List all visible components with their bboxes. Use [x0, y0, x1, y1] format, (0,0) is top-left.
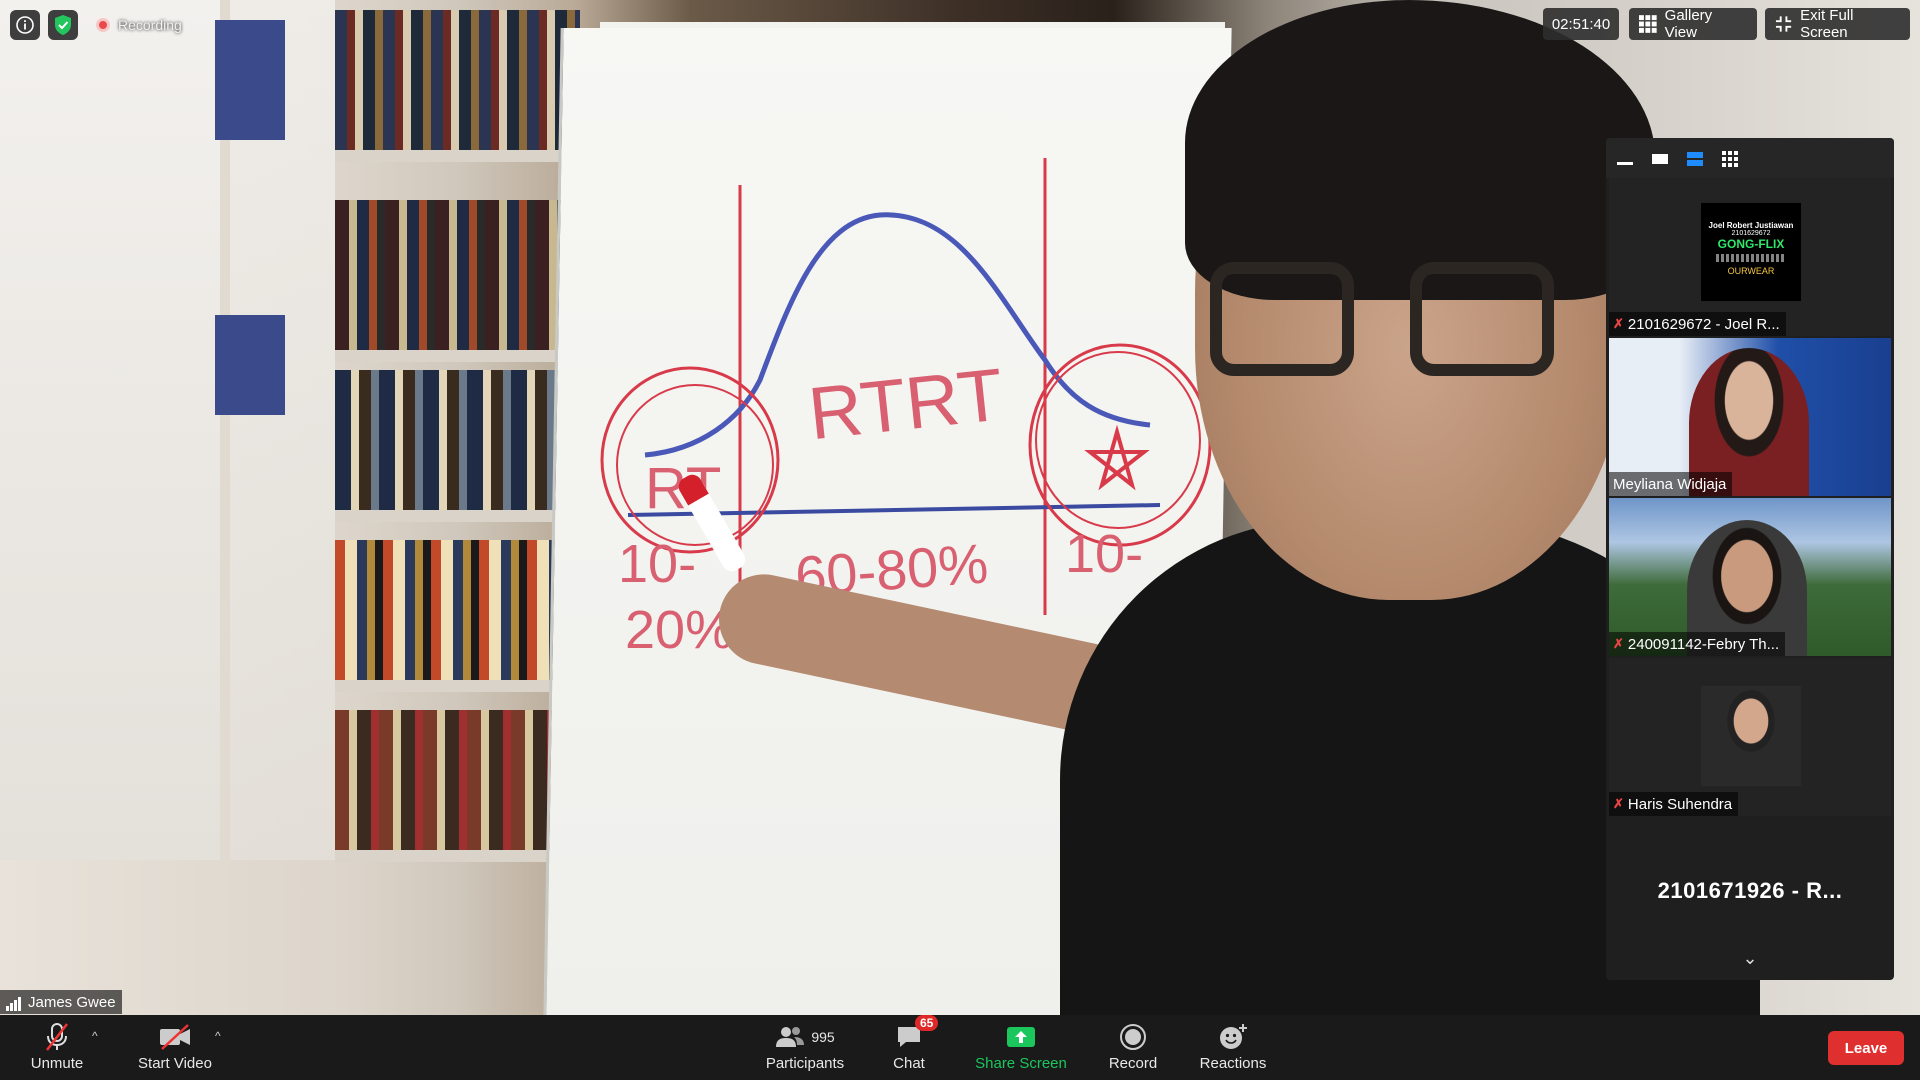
chat-badge: 65 — [915, 1015, 939, 1031]
video-off-icon — [160, 1024, 190, 1050]
start-video-button[interactable]: Start Video — [130, 1021, 220, 1077]
chat-label: Chat — [893, 1055, 925, 1072]
whiteboard-text: 20% — [625, 600, 733, 660]
thumb-text: 2101629672 — [1731, 230, 1771, 237]
thumb-text: GONG-FLIX — [1717, 237, 1785, 251]
scroll-down-button[interactable]: ⌄ — [1738, 948, 1762, 968]
meeting-info-button[interactable] — [10, 10, 40, 40]
overflow-participant-name[interactable]: 2101671926 - R... — [1606, 878, 1894, 904]
whiteboard-text: RTRT — [805, 352, 1007, 455]
thumbnail-view-icon — [1687, 152, 1703, 166]
reactions-icon — [1220, 1024, 1247, 1049]
participants-label: Participants — [765, 1055, 845, 1072]
speaker-name: James Gwee — [28, 993, 116, 1011]
start-video-label: Start Video — [138, 1055, 212, 1072]
exit-fullscreen-icon — [1775, 16, 1792, 32]
minimize-icon — [1617, 161, 1633, 165]
info-icon — [16, 16, 34, 34]
participant-name: Haris Suhendra — [1627, 795, 1733, 813]
thumb-text: OURWEAR — [1727, 266, 1775, 276]
unmute-label: Unmute — [30, 1055, 84, 1072]
timer-label: 02:51:40 — [1551, 15, 1611, 33]
mic-muted-icon: ✗ — [1613, 636, 1624, 651]
speaker-view-button[interactable] — [1651, 150, 1669, 168]
participant-name-tag: ✗ 240091142-Febry Th... — [1609, 632, 1786, 656]
participant-tile[interactable]: ✗ Haris Suhendra — [1609, 658, 1891, 816]
participant-avatar: Joel Robert Justiawan 2101629672 GONG-FL… — [1701, 203, 1801, 301]
reactions-button[interactable]: Reactions — [1194, 1021, 1272, 1077]
thumb-text: Joel Robert Justiawan — [1708, 221, 1794, 230]
whiteboard-text: 10- — [1065, 524, 1143, 584]
active-speaker-label: James Gwee — [0, 990, 122, 1014]
grid-icon — [1639, 15, 1657, 33]
participant-name-tag: ✗ 2101629672 - Joel R... — [1609, 312, 1786, 336]
grid-icon — [1722, 151, 1738, 167]
participant-tile[interactable]: Meyliana Widjaja — [1609, 338, 1891, 496]
thumbnail-view-button[interactable] — [1686, 150, 1704, 168]
mic-muted-icon — [46, 1023, 68, 1051]
reactions-label: Reactions — [1199, 1055, 1267, 1072]
unmute-button[interactable]: Unmute — [22, 1021, 92, 1077]
presenter-glasses — [1210, 262, 1354, 376]
minimize-button[interactable] — [1616, 150, 1634, 168]
video-options-caret[interactable]: ^ — [215, 1029, 221, 1043]
meeting-timer: 02:51:40 — [1543, 8, 1619, 40]
participant-gallery: Joel Robert Justiawan 2101629672 GONG-FL… — [1606, 138, 1894, 980]
thumb-text — [1716, 254, 1786, 262]
recording-indicator[interactable]: Recording — [96, 12, 182, 38]
gallery-toolbar — [1606, 138, 1894, 178]
mic-muted-icon: ✗ — [1613, 316, 1624, 331]
share-screen-icon — [1007, 1027, 1035, 1047]
leave-button[interactable]: Leave — [1828, 1031, 1904, 1065]
chevron-down-icon: ⌄ — [1742, 948, 1758, 968]
signal-icon — [6, 994, 22, 1011]
participant-name: Meyliana Widjaja — [1613, 475, 1727, 493]
exit-full-screen-button[interactable]: Exit Full Screen — [1765, 7, 1910, 41]
shield-icon — [55, 15, 71, 35]
record-button-icon — [1120, 1024, 1146, 1050]
recording-label: Recording — [118, 17, 182, 33]
gallery-view-label: Gallery View — [1664, 7, 1713, 41]
speaker-view-icon — [1652, 154, 1668, 164]
record-icon — [96, 18, 110, 32]
presenter-glasses — [1410, 262, 1554, 376]
whiteboard-text: 10- — [618, 534, 696, 594]
gallery-view-button[interactable]: Gallery View — [1629, 7, 1757, 41]
record-button[interactable]: Record — [1100, 1021, 1166, 1077]
participant-name-tag: Meyliana Widjaja — [1609, 472, 1733, 496]
audio-options-caret[interactable]: ^ — [92, 1029, 98, 1043]
participants-button[interactable]: 995 Participants — [760, 1021, 850, 1077]
participant-name: 2101629672 - Joel R... — [1627, 315, 1780, 333]
record-label: Record — [1108, 1055, 1158, 1072]
gallery-grid-button[interactable] — [1721, 150, 1739, 168]
share-screen-button[interactable]: Share Screen — [970, 1021, 1072, 1077]
chat-button[interactable]: 65 Chat — [878, 1015, 940, 1077]
participant-name: 240091142-Febry Th... — [1627, 635, 1780, 653]
participants-icon — [776, 1027, 805, 1047]
meeting-toolbar: Unmute ^ Start Video ^ 995 Participants … — [0, 1015, 1920, 1080]
mic-muted-icon: ✗ — [1613, 796, 1624, 811]
share-screen-label: Share Screen — [975, 1055, 1067, 1072]
encryption-button[interactable] — [48, 10, 78, 40]
exit-full-screen-label: Exit Full Screen — [1800, 7, 1854, 41]
participant-avatar — [1701, 686, 1801, 786]
participant-tile[interactable]: ✗ 240091142-Febry Th... — [1609, 498, 1891, 656]
participant-name-tag: ✗ Haris Suhendra — [1609, 792, 1739, 816]
participants-count: 995 — [811, 1029, 835, 1045]
participant-tile[interactable]: Joel Robert Justiawan 2101629672 GONG-FL… — [1609, 178, 1891, 336]
